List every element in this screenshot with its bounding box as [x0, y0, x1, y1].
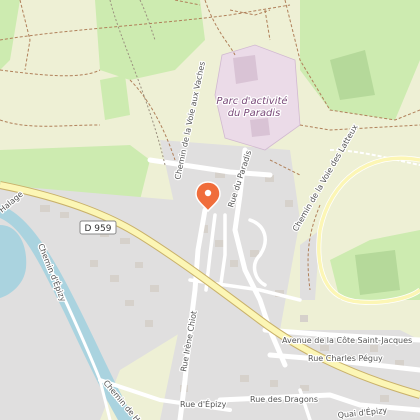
street-label-rue-epizy: Rue d'Épizy	[180, 398, 227, 409]
meadow-area	[100, 75, 130, 120]
street-label-rue-dragons: Rue des Dragons	[250, 395, 318, 404]
map-view[interactable]: D 959 Parc d'activité du Paradis Chemin …	[0, 0, 420, 420]
poi-label-line2: du Paradis	[228, 108, 281, 119]
street-label-cote-saint-jacques: Avenue de la Côte Saint-Jacques	[282, 335, 412, 345]
street-label-charles-peguy: Rue Charles Péguy	[308, 353, 383, 363]
route-shield: D 959	[79, 220, 117, 235]
map-canvas[interactable]: D 959 Parc d'activité du Paradis Chemin …	[0, 0, 420, 420]
vineyard-area	[355, 250, 400, 295]
building	[233, 55, 258, 84]
route-shield-label: D 959	[85, 224, 112, 234]
poi-label-line1: Parc d'activité	[216, 95, 287, 107]
building	[250, 118, 270, 137]
